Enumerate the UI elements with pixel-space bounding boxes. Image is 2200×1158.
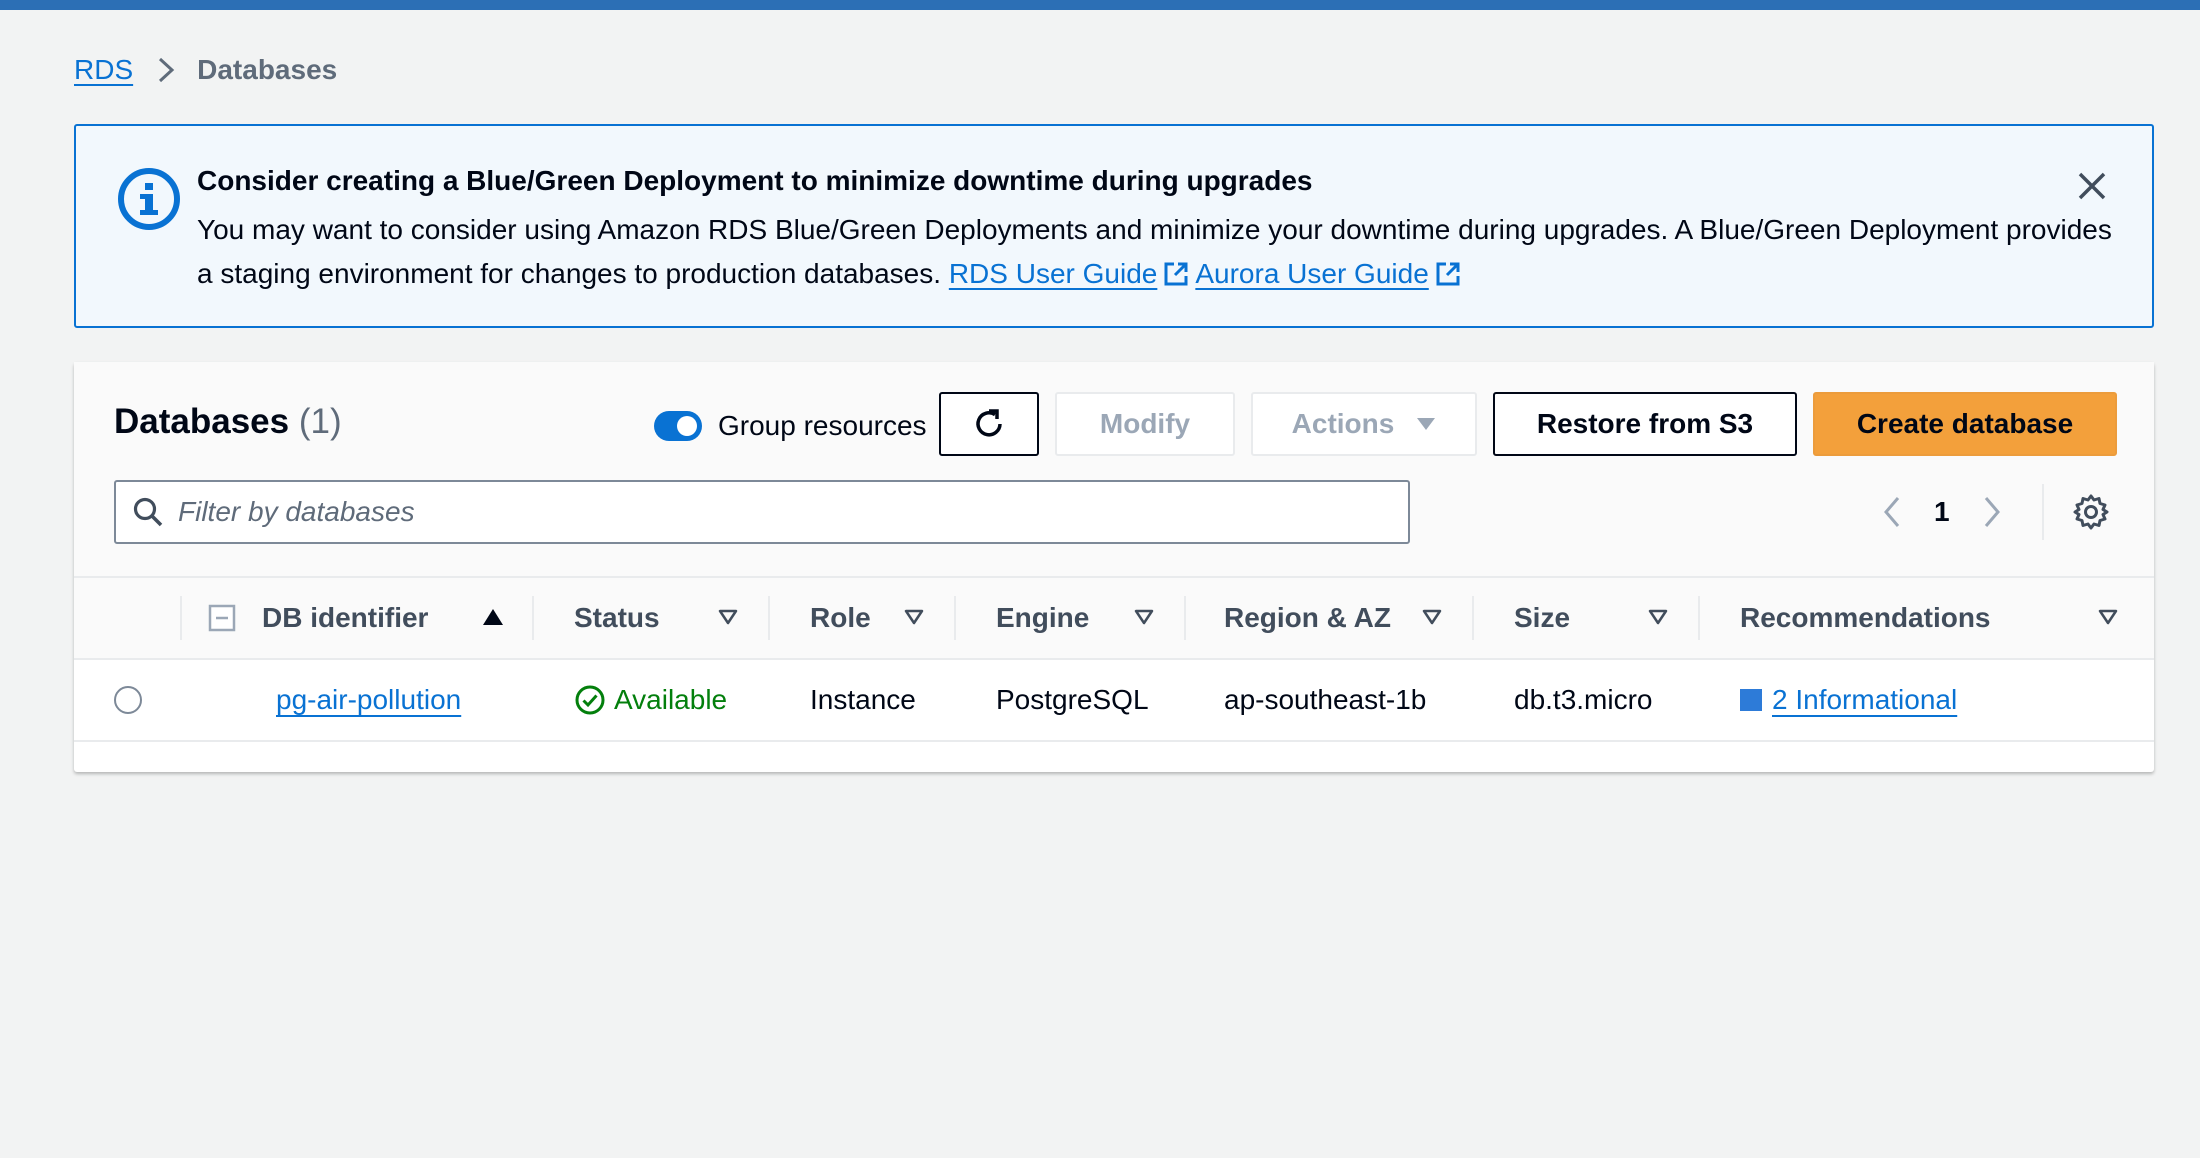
- filter-caret-icon[interactable]: [2098, 608, 2118, 626]
- databases-panel: Databases (1) Group resources Modify Act…: [74, 362, 2154, 772]
- engine-cell: PostgreSQL: [996, 684, 1149, 715]
- filter-field[interactable]: [114, 480, 1410, 544]
- status-cell: Available: [574, 660, 727, 740]
- filter-caret-icon[interactable]: [904, 608, 924, 626]
- column-engine[interactable]: Engine: [996, 578, 1089, 658]
- breadcrumb-rds-link[interactable]: RDS: [74, 54, 133, 86]
- check-circle-icon: [575, 685, 605, 715]
- table-row[interactable]: pg-air-pollution Available Instance Post…: [74, 660, 2154, 742]
- panel-title-count: (1): [298, 402, 342, 441]
- column-divider: [532, 596, 534, 640]
- actions-button[interactable]: Actions: [1251, 392, 1477, 456]
- actions-label: Actions: [1291, 408, 1395, 439]
- column-role[interactable]: Role: [810, 578, 871, 658]
- alert-body: You may want to consider using Amazon RD…: [197, 208, 2117, 296]
- gear-icon[interactable]: [2072, 493, 2110, 531]
- toggle-label: Group resources: [718, 410, 927, 441]
- chevron-right-icon: [157, 56, 175, 84]
- size-cell: db.t3.micro: [1514, 684, 1653, 715]
- status-text: Available: [614, 684, 728, 715]
- refresh-button[interactable]: [939, 392, 1039, 456]
- filter-input[interactable]: [178, 496, 1378, 528]
- db-identifier-link[interactable]: pg-air-pollution: [276, 684, 461, 716]
- chevron-right-icon[interactable]: [1982, 495, 2002, 529]
- filter-caret-icon[interactable]: [718, 608, 738, 626]
- column-status[interactable]: Status: [574, 578, 660, 658]
- filter-caret-icon[interactable]: [1648, 608, 1668, 626]
- column-size[interactable]: Size: [1514, 578, 1570, 658]
- filter-caret-icon[interactable]: [1422, 608, 1442, 626]
- db-identifier-cell: pg-air-pollution: [276, 660, 461, 740]
- panel-title-text: Databases: [114, 402, 290, 441]
- informational-square-icon: [1740, 689, 1762, 711]
- column-db-identifier[interactable]: DB identifier: [262, 578, 428, 658]
- column-divider: [1698, 596, 1700, 640]
- region-cell: ap-southeast-1b: [1224, 684, 1427, 715]
- toggle-switch[interactable]: [654, 411, 702, 441]
- panel-title: Databases (1): [114, 402, 342, 442]
- top-accent-bar: [0, 0, 2200, 10]
- recommendations-link[interactable]: 2 Informational: [1772, 684, 1957, 716]
- pager-divider: [2042, 484, 2044, 540]
- row-select-cell: [114, 660, 142, 740]
- column-recommendations[interactable]: Recommendations: [1740, 578, 1991, 658]
- group-resources-toggle[interactable]: Group resources: [654, 408, 927, 444]
- create-database-button[interactable]: Create database: [1813, 392, 2117, 456]
- filter-caret-icon[interactable]: [1134, 608, 1154, 626]
- restore-from-s3-button[interactable]: Restore from S3: [1493, 392, 1797, 456]
- aurora-user-guide-link[interactable]: Aurora User Guide: [1195, 258, 1428, 289]
- caret-down-icon: [1417, 418, 1436, 430]
- column-divider: [180, 596, 182, 640]
- external-link-icon: [1164, 262, 1188, 286]
- column-divider: [1184, 596, 1186, 640]
- search-icon: [133, 497, 163, 527]
- alert-title: Consider creating a Blue/Green Deploymen…: [197, 165, 1313, 196]
- column-region-az[interactable]: Region & AZ: [1224, 578, 1391, 658]
- role-cell: Instance: [810, 684, 916, 715]
- external-link-icon: [1436, 262, 1460, 286]
- status-badge: Available: [574, 684, 727, 716]
- blue-green-info-alert: Consider creating a Blue/Green Deploymen…: [74, 124, 2154, 328]
- column-divider: [1472, 596, 1474, 640]
- sort-ascending-icon[interactable]: [482, 608, 504, 626]
- recommendations-cell: 2 Informational: [1740, 660, 1957, 740]
- collapse-all-icon[interactable]: [208, 604, 236, 632]
- page-number[interactable]: 1: [1934, 496, 1950, 528]
- refresh-icon: [976, 409, 1002, 437]
- column-divider: [768, 596, 770, 640]
- close-icon[interactable]: [2072, 166, 2112, 206]
- pagination: 1: [1882, 484, 2002, 540]
- breadcrumb-current: Databases: [197, 54, 338, 85]
- info-icon: [118, 168, 180, 230]
- column-divider: [954, 596, 956, 640]
- row-select-radio[interactable]: [114, 686, 142, 714]
- table-header: DB identifier Status Role Engine Region …: [74, 576, 2154, 660]
- panel-header: Databases (1) Group resources Modify Act…: [74, 362, 2154, 576]
- rds-user-guide-link[interactable]: RDS User Guide: [949, 258, 1158, 289]
- breadcrumb: RDS Databases: [74, 52, 337, 88]
- modify-button[interactable]: Modify: [1055, 392, 1235, 456]
- chevron-left-icon[interactable]: [1882, 495, 1902, 529]
